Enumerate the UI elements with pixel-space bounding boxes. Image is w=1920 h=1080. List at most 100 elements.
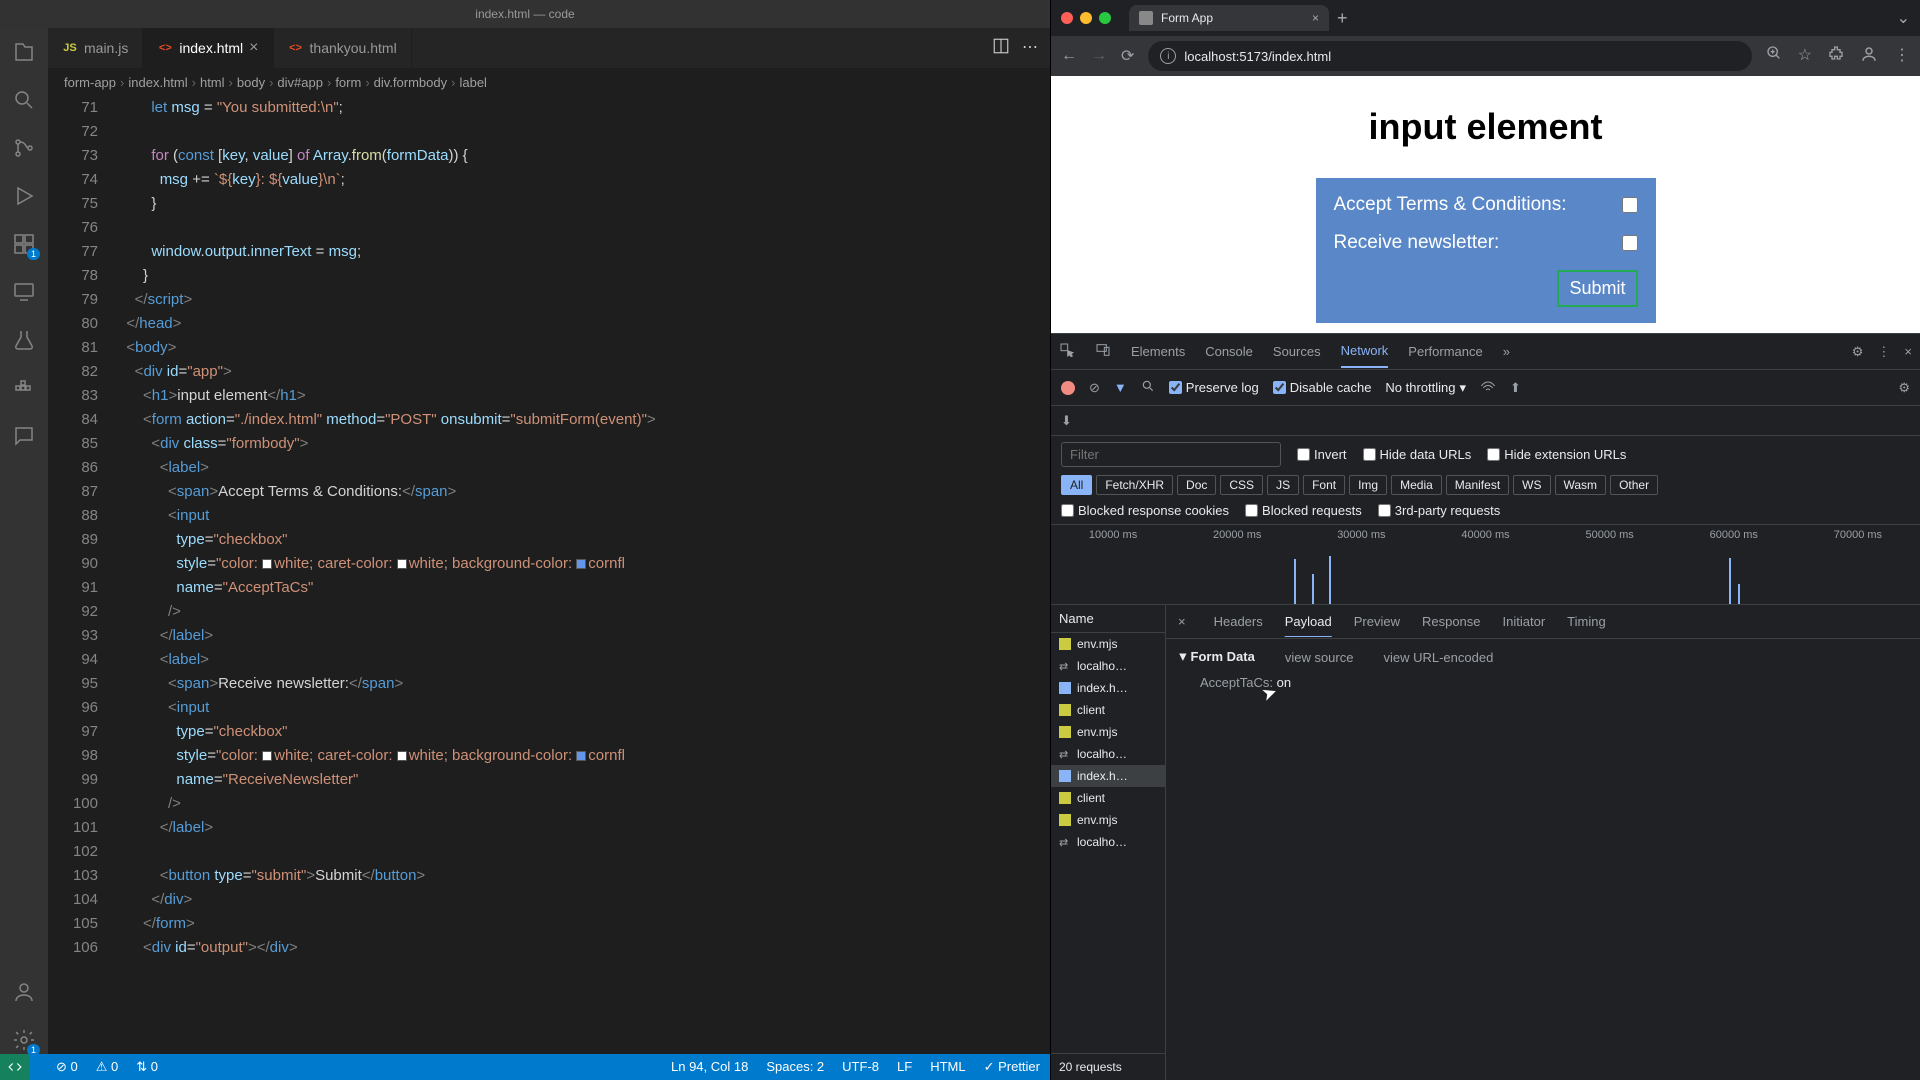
request-row[interactable]: index.h… [1051,677,1165,699]
form-data-heading[interactable]: ▸Form Data [1180,649,1255,665]
status-prettier[interactable]: ✓ Prettier [984,1059,1040,1075]
export-har-icon[interactable]: ⬇ [1061,413,1072,429]
close-detail-icon[interactable]: × [1178,614,1186,629]
request-row[interactable]: client [1051,699,1165,721]
tab-payload[interactable]: Payload [1285,614,1332,629]
status-ports[interactable]: ⇅ 0 [136,1059,158,1075]
forward-icon[interactable]: → [1091,47,1107,65]
comments-icon[interactable] [10,422,38,450]
chip-other[interactable]: Other [1610,475,1658,495]
network-timeline[interactable]: 10000 ms20000 ms30000 ms40000 ms50000 ms… [1051,525,1920,605]
more-tabs-icon[interactable]: » [1503,344,1510,359]
preserve-log-checkbox[interactable]: Preserve log [1169,380,1259,395]
record-button[interactable] [1061,381,1075,395]
tab-initiator[interactable]: Initiator [1503,614,1546,629]
filter-toggle-icon[interactable]: ▼ [1114,380,1127,395]
status-eol[interactable]: LF [897,1059,912,1075]
status-lang[interactable]: HTML [930,1059,965,1075]
tab-timing[interactable]: Timing [1567,614,1606,629]
request-row[interactable]: ⇄localho… [1051,743,1165,765]
accept-terms-row[interactable]: Accept Terms & Conditions: [1334,194,1638,216]
tab-elements[interactable]: Elements [1131,336,1185,367]
request-row[interactable]: client [1051,787,1165,809]
disable-cache-checkbox[interactable]: Disable cache [1273,380,1372,395]
inspect-icon[interactable] [1059,342,1075,361]
new-tab-icon[interactable]: + [1337,8,1348,29]
tab-preview[interactable]: Preview [1354,614,1400,629]
newsletter-checkbox[interactable] [1622,235,1638,251]
network-settings-icon[interactable]: ⚙ [1898,380,1910,396]
expand-down-icon[interactable]: ⌄ [1897,8,1910,28]
status-encoding[interactable]: UTF-8 [842,1059,879,1075]
status-cursor[interactable]: Ln 94, Col 18 [671,1059,748,1075]
devtools-close-icon[interactable]: × [1904,344,1912,360]
code-content[interactable]: let msg = "You submitted:\n"; for (const… [118,96,1050,1054]
chip-ws[interactable]: WS [1513,475,1550,495]
chip-all[interactable]: All [1061,475,1092,495]
explorer-icon[interactable] [10,38,38,66]
tab-response[interactable]: Response [1422,614,1481,629]
request-row[interactable]: ⇄localho… [1051,655,1165,677]
request-row[interactable]: index.h… [1051,765,1165,787]
more-icon[interactable]: ⋯ [1022,37,1038,60]
import-har-icon[interactable]: ⬆ [1510,380,1521,396]
status-errors[interactable]: ⊘ 0 [56,1059,78,1075]
chip-wasm[interactable]: Wasm [1555,475,1607,495]
tab-performance[interactable]: Performance [1408,336,1482,367]
chip-img[interactable]: Img [1349,475,1387,495]
docker-icon[interactable] [10,374,38,402]
view-source-link[interactable]: view source [1285,650,1354,665]
address-bar[interactable]: i localhost:5173/index.html [1148,41,1751,71]
testing-icon[interactable] [10,326,38,354]
extensions-icon[interactable]: 1 [10,230,38,258]
breadcrumb[interactable]: form-app› index.html› html› body› div#ap… [48,68,1050,96]
newsletter-row[interactable]: Receive newsletter: [1334,232,1638,254]
tab-headers[interactable]: Headers [1214,614,1263,629]
hide-ext-urls-checkbox[interactable]: Hide extension URLs [1487,447,1626,462]
extensions-icon[interactable] [1828,45,1844,68]
throttling-select[interactable]: No throttling ▾ [1385,380,1466,396]
submit-button[interactable]: Submit [1557,270,1637,307]
tab-network[interactable]: Network [1341,335,1389,368]
third-party-checkbox[interactable]: 3rd-party requests [1378,503,1501,518]
invert-checkbox[interactable]: Invert [1297,447,1347,462]
browser-tab[interactable]: Form App × [1129,5,1329,31]
split-editor-icon[interactable] [992,37,1010,60]
network-conditions-icon[interactable] [1480,378,1496,397]
device-toggle-icon[interactable] [1095,342,1111,361]
remote-icon[interactable] [10,278,38,306]
tab-index-html[interactable]: <>index.html× [143,28,273,68]
request-row[interactable]: ⇄localho… [1051,831,1165,853]
chip-media[interactable]: Media [1391,475,1442,495]
tab-sources[interactable]: Sources [1273,336,1321,367]
chip-doc[interactable]: Doc [1177,475,1216,495]
reload-icon[interactable]: ⟳ [1121,46,1134,66]
close-icon[interactable]: × [249,40,258,56]
clear-icon[interactable]: ⊘ [1089,380,1100,396]
request-row[interactable]: env.mjs [1051,633,1165,655]
source-control-icon[interactable] [10,134,38,162]
remote-indicator[interactable] [0,1054,30,1080]
tab-console[interactable]: Console [1205,336,1253,367]
chip-font[interactable]: Font [1303,475,1345,495]
devtools-menu-icon[interactable]: ⋮ [1877,344,1890,360]
blocked-cookies-checkbox[interactable]: Blocked response cookies [1061,503,1229,518]
tab-main-js[interactable]: JSmain.js [48,28,143,68]
close-tab-icon[interactable]: × [1312,11,1319,25]
blocked-requests-checkbox[interactable]: Blocked requests [1245,503,1362,518]
view-url-encoded-link[interactable]: view URL-encoded [1383,650,1493,665]
account-icon[interactable] [10,978,38,1006]
site-info-icon[interactable]: i [1160,48,1176,64]
tab-thankyou-html[interactable]: <>thankyou.html [274,28,412,68]
devtools-settings-icon[interactable]: ⚙ [1852,344,1864,360]
chip-css[interactable]: CSS [1220,475,1263,495]
chip-fetch-xhr[interactable]: Fetch/XHR [1096,475,1173,495]
status-warnings[interactable]: ⚠ 0 [96,1059,119,1075]
menu-icon[interactable]: ⋮ [1894,45,1910,68]
back-icon[interactable]: ← [1061,47,1077,65]
accept-terms-checkbox[interactable] [1622,197,1638,213]
zoom-icon[interactable] [1766,45,1782,68]
hide-data-urls-checkbox[interactable]: Hide data URLs [1363,447,1472,462]
search-icon[interactable] [1141,379,1155,396]
status-spaces[interactable]: Spaces: 2 [766,1059,824,1075]
